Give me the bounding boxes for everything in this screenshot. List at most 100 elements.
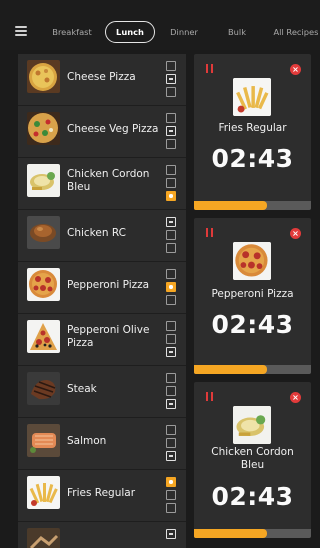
- status-checkboxes: [166, 269, 177, 308]
- tab-all-recipes[interactable]: All Recipes: [270, 21, 320, 43]
- timer-card[interactable]: × Pepperoni Pizza 02:43: [194, 218, 311, 374]
- recipe-list: Cheese Pizza Cheese Veg Pizza Chicken Co…: [18, 54, 186, 548]
- checkbox[interactable]: [166, 425, 176, 435]
- list-item[interactable]: Chicken Cordon Bleu: [18, 158, 186, 210]
- list-item[interactable]: Pepperoni Olive Pizza: [18, 314, 186, 366]
- recipe-name: [67, 522, 165, 548]
- recipe-name: Chicken Cordon Bleu: [67, 168, 150, 193]
- checkbox[interactable]: [166, 139, 176, 149]
- fries-image: [27, 476, 60, 509]
- timer-recipe-name: Chicken Cordon Bleu: [211, 446, 294, 471]
- checkbox[interactable]: [166, 321, 176, 331]
- recipe-name: Pepperoni Olive Pizza: [67, 324, 150, 349]
- status-checkboxes: [166, 373, 177, 412]
- checkbox-minus[interactable]: [166, 347, 176, 357]
- steak-image: [27, 372, 60, 405]
- pepperoni-pizza-image: [27, 268, 60, 301]
- checkbox[interactable]: [166, 87, 176, 97]
- checkbox-minus[interactable]: [166, 529, 176, 539]
- status-checkboxes: [166, 477, 177, 516]
- salmon-image: [27, 424, 60, 457]
- timer-countdown: 02:43: [211, 310, 294, 339]
- pause-icon[interactable]: [206, 392, 213, 401]
- checkbox[interactable]: [166, 373, 176, 383]
- checkbox[interactable]: [166, 165, 176, 175]
- checkbox-selected[interactable]: [166, 282, 176, 292]
- list-item[interactable]: Pepperoni Pizza: [18, 262, 186, 314]
- cheese-pizza-image: [27, 60, 60, 93]
- tab-bulk[interactable]: Bulk: [223, 21, 251, 43]
- tab-dinner[interactable]: Dinner: [167, 21, 201, 43]
- recipe-name: Steak: [67, 382, 97, 395]
- timer-progress-fill: [194, 365, 267, 374]
- partial-item-image: [27, 528, 60, 548]
- timer-progress-bar: [194, 529, 311, 538]
- list-item[interactable]: Cheese Pizza: [18, 54, 186, 106]
- checkbox[interactable]: [166, 230, 176, 240]
- list-item[interactable]: Steak: [18, 366, 186, 418]
- close-icon[interactable]: ×: [290, 392, 301, 403]
- checkbox[interactable]: [166, 490, 176, 500]
- cheese-veg-pizza-image: [27, 112, 60, 145]
- timer-progress-bar: [194, 201, 311, 210]
- timer-recipe-name: Pepperoni Pizza: [211, 288, 294, 300]
- status-checkboxes: [166, 425, 177, 464]
- checkbox-minus[interactable]: [166, 399, 176, 409]
- tab-lunch[interactable]: Lunch: [105, 21, 155, 43]
- list-item[interactable]: Fries Regular: [18, 470, 186, 522]
- category-tabs: Breakfast Lunch Dinner Bulk All Recipes: [40, 21, 320, 43]
- recipe-name: Cheese Pizza: [67, 70, 136, 83]
- list-item[interactable]: [18, 522, 186, 548]
- chicken-cordon-bleu-image: [233, 406, 271, 444]
- tab-breakfast[interactable]: Breakfast: [50, 21, 94, 43]
- checkbox[interactable]: [166, 503, 176, 513]
- status-checkboxes: [166, 165, 177, 204]
- timer-card[interactable]: × Fries Regular 02:43: [194, 54, 311, 210]
- timer-countdown: 02:43: [211, 482, 294, 511]
- close-icon[interactable]: ×: [290, 228, 301, 239]
- checkbox-minus[interactable]: [166, 451, 176, 461]
- timer-card[interactable]: × Chicken Cordon Bleu 02:43: [194, 382, 311, 538]
- recipe-name: Fries Regular: [67, 486, 136, 499]
- pepperoni-olive-pizza-image: [27, 320, 60, 353]
- status-checkboxes: [166, 321, 177, 360]
- recipe-name: Cheese Veg Pizza: [67, 122, 159, 135]
- pause-icon[interactable]: [206, 228, 213, 237]
- checkbox[interactable]: [166, 178, 176, 188]
- checkbox[interactable]: [166, 295, 176, 305]
- recipe-name: Salmon: [67, 434, 107, 447]
- checkbox[interactable]: [166, 269, 176, 279]
- pepperoni-pizza-image: [233, 242, 271, 280]
- chicken-rc-image: [27, 216, 60, 249]
- status-checkboxes: [166, 217, 177, 256]
- checkbox[interactable]: [166, 61, 176, 71]
- checkbox-minus[interactable]: [166, 217, 176, 227]
- checkbox[interactable]: [166, 438, 176, 448]
- chicken-cordon-bleu-image: [27, 164, 60, 197]
- timer-progress-bar: [194, 365, 311, 374]
- fries-image: [233, 78, 271, 116]
- status-checkboxes: [166, 61, 177, 100]
- timer-progress-fill: [194, 529, 267, 538]
- checkbox[interactable]: [166, 243, 176, 253]
- top-bar: Breakfast Lunch Dinner Bulk All Recipes: [0, 0, 320, 50]
- checkbox-selected[interactable]: [166, 191, 176, 201]
- status-checkboxes: [166, 113, 177, 152]
- list-item[interactable]: Chicken RC: [18, 210, 186, 262]
- checkbox-minus[interactable]: [166, 74, 176, 84]
- recipe-name: Pepperoni Pizza: [67, 278, 150, 291]
- pause-icon[interactable]: [206, 64, 213, 73]
- list-item[interactable]: Cheese Veg Pizza: [18, 106, 186, 158]
- timer-recipe-name: Fries Regular: [218, 122, 287, 134]
- checkbox[interactable]: [166, 113, 176, 123]
- recipe-name: Chicken RC: [67, 226, 126, 239]
- checkbox-minus[interactable]: [166, 126, 176, 136]
- status-checkboxes: [166, 529, 177, 542]
- menu-icon[interactable]: [15, 26, 27, 36]
- checkbox[interactable]: [166, 386, 176, 396]
- list-item[interactable]: Salmon: [18, 418, 186, 470]
- close-icon[interactable]: ×: [290, 64, 301, 75]
- checkbox-selected[interactable]: [166, 477, 176, 487]
- timer-progress-fill: [194, 201, 267, 210]
- checkbox[interactable]: [166, 334, 176, 344]
